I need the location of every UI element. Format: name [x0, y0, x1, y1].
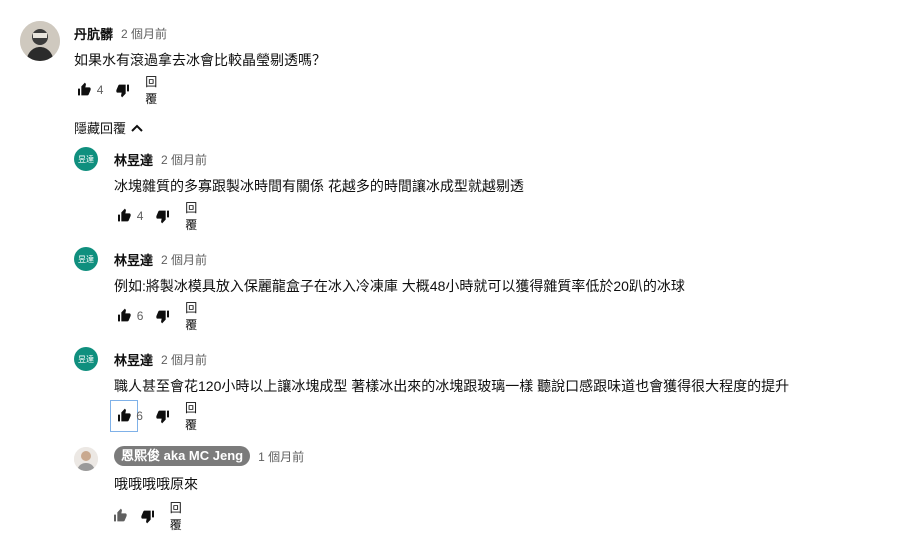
reply-button[interactable]: 回覆 [145, 73, 166, 107]
comment-actions: 4 回覆 [114, 201, 206, 232]
like-button[interactable] [74, 78, 95, 102]
thumb-down-icon [155, 208, 171, 224]
avatar[interactable]: 昱達 [74, 347, 98, 371]
avatar[interactable] [74, 447, 98, 471]
comment-header: 林昱達 2 個月前 [114, 250, 207, 269]
author-name[interactable]: 林昱達 [114, 150, 153, 169]
comment-header: 丹肮髒 2 個月前 [74, 24, 167, 43]
like-count: 4 [96, 83, 104, 97]
like-count: 4 [136, 209, 144, 223]
comment-header: 恩熙俊 aka MC Jeng 1 個月前 [114, 446, 304, 466]
thumb-down-icon [140, 508, 156, 524]
reply-button[interactable]: 回覆 [185, 199, 206, 233]
avatar[interactable]: 昱達 [74, 247, 98, 271]
avatar[interactable] [20, 21, 60, 61]
timestamp[interactable]: 2 個月前 [161, 351, 207, 368]
dislike-button[interactable] [152, 204, 173, 228]
comment-header: 林昱達 2 個月前 [114, 150, 207, 169]
dislike-button[interactable] [152, 304, 173, 328]
like-count: 6 [136, 409, 143, 423]
author-name[interactable]: 林昱達 [114, 350, 153, 369]
person-icon [74, 447, 98, 471]
hide-replies-button[interactable]: 隱藏回覆 [74, 118, 143, 137]
avatar[interactable]: 昱達 [74, 147, 98, 171]
reply-button[interactable]: 回覆 [185, 399, 206, 433]
comment-actions: 回覆 [110, 501, 190, 532]
thumb-down-icon [155, 408, 171, 424]
thumb-up-icon [116, 308, 132, 324]
comment-text: 職人甚至會花120小時以上讓冰塊成型 著樣冰出來的冰塊跟玻璃一樣 聽說口感跟味道… [114, 378, 790, 394]
timestamp[interactable]: 2 個月前 [121, 25, 167, 42]
dislike-button[interactable] [112, 78, 133, 102]
hide-replies-label: 隱藏回覆 [74, 121, 127, 136]
person-icon [20, 21, 60, 61]
like-button[interactable] [114, 204, 135, 228]
comment-text: 例如:將製冰模具放入保麗龍盒子在冰入冷凍庫 大概48小時就可以獲得雜質率低於20… [114, 278, 685, 294]
comment-text: 冰塊雜質的多寡跟製冰時間有關係 花越多的時間讓冰成型就越剔透 [114, 178, 524, 194]
comment-actions: 4 回覆 [74, 75, 166, 106]
thumb-up-icon [76, 82, 92, 98]
author-name[interactable]: 恩熙俊 aka MC Jeng [114, 446, 251, 466]
timestamp[interactable]: 2 個月前 [161, 151, 207, 168]
comment-actions: 6 回覆 [109, 400, 206, 432]
author-name[interactable]: 丹肮髒 [74, 24, 113, 43]
comment-text: 哦哦哦哦原來 [114, 476, 198, 492]
timestamp[interactable]: 2 個月前 [161, 251, 207, 268]
reply-button[interactable]: 回覆 [185, 299, 206, 333]
comment-header: 林昱達 2 個月前 [114, 350, 207, 369]
thumb-down-icon [155, 308, 171, 324]
comment-actions: 6 回覆 [114, 301, 206, 332]
dislike-button[interactable] [137, 504, 157, 528]
thumb-up-icon [116, 208, 132, 224]
thumb-up-icon [116, 408, 132, 424]
like-button[interactable] [114, 304, 135, 328]
timestamp[interactable]: 1 個月前 [258, 448, 304, 465]
like-button[interactable] [109, 400, 139, 432]
like-count: 6 [136, 309, 144, 323]
like-button[interactable] [110, 504, 130, 528]
comment-text: 如果水有滾過拿去冰會比較晶瑩剔透嗎？ [74, 52, 326, 68]
chevron-up-icon [131, 124, 143, 132]
reply-button[interactable]: 回覆 [170, 499, 190, 533]
dislike-button[interactable] [152, 404, 173, 428]
thumb-up-icon [112, 508, 128, 524]
thumb-down-icon [115, 82, 131, 98]
author-name[interactable]: 林昱達 [114, 250, 153, 269]
